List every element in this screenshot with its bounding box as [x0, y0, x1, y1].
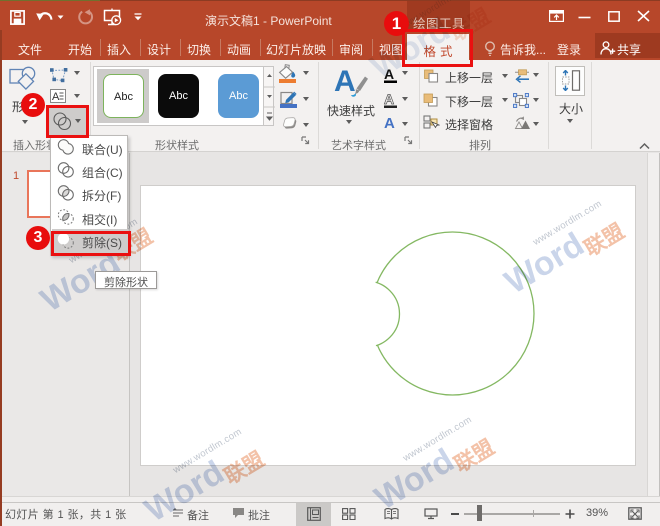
svg-text:A: A	[384, 115, 395, 131]
svg-text:A: A	[384, 91, 394, 107]
svg-text:A: A	[52, 91, 60, 103]
svg-text:A: A	[334, 65, 356, 97]
svg-text:A: A	[384, 66, 394, 82]
